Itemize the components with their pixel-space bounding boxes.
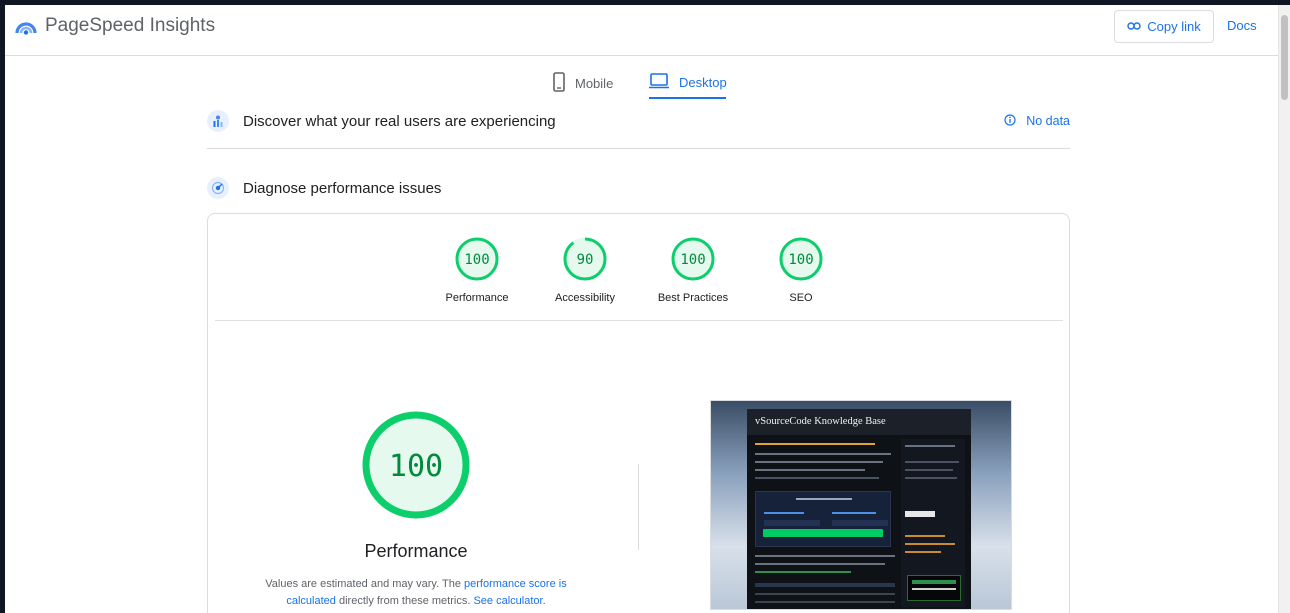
score-best-practices[interactable]: 100 Best Practices [643, 236, 743, 304]
lab-data-title: Diagnose performance issues [243, 179, 442, 197]
info-icon [1004, 113, 1016, 129]
note-middle: directly from these metrics. [335, 595, 474, 607]
score-accessibility-value: 90 [577, 252, 594, 268]
vertical-separator [638, 464, 639, 550]
note-prefix: Values are estimated and may vary. The [265, 578, 464, 590]
top-bar: PageSpeed Insights Copy link Docs [5, 5, 1278, 56]
performance-big-gauge: 100 [362, 411, 470, 519]
docs-link[interactable]: Docs [1227, 18, 1257, 33]
device-tabs: Mobile Desktop [5, 57, 1278, 105]
score-performance-value: 100 [464, 252, 489, 268]
page: PageSpeed Insights Copy link Docs Mobile… [5, 5, 1290, 613]
desktop-icon [649, 72, 669, 92]
tab-desktop-label: Desktop [679, 74, 727, 90]
score-accessibility-label: Accessibility [555, 292, 615, 304]
page-scrollbar[interactable] [1278, 5, 1290, 613]
report-divider [215, 320, 1063, 321]
page-screenshot-thumbnail: vSourceCode Knowledge Base [710, 400, 1012, 610]
users-chart-icon [207, 110, 229, 132]
tab-desktop[interactable]: Desktop [649, 67, 727, 99]
see-calculator-link[interactable]: See calculator. [473, 595, 545, 607]
score-seo-label: SEO [789, 292, 813, 304]
pagespeed-logo-icon [15, 17, 37, 35]
copy-link-label: Copy link [1147, 19, 1201, 34]
score-best-practices-value: 100 [680, 252, 705, 268]
tab-mobile-label: Mobile [575, 75, 614, 91]
scrollbar-thumb[interactable] [1281, 15, 1288, 100]
gauge-performance: 100 [455, 237, 499, 281]
score-seo-value: 100 [788, 252, 813, 268]
performance-note: Values are estimated and may vary. The p… [248, 576, 584, 610]
no-data-indicator[interactable]: No data [1004, 113, 1070, 129]
score-seo[interactable]: 100 SEO [751, 236, 851, 304]
tab-mobile[interactable]: Mobile [553, 67, 613, 99]
screenshot-site-title: vSourceCode Knowledge Base [747, 409, 971, 435]
score-accessibility[interactable]: 90 Accessibility [535, 236, 635, 304]
copy-link-button[interactable]: Copy link [1114, 10, 1214, 43]
section-divider [207, 148, 1070, 149]
lighthouse-report: 100 Performance 90 Accessibility 100 Bes… [207, 213, 1070, 613]
gauge-seo: 100 [779, 237, 823, 281]
mobile-icon [553, 71, 565, 95]
diagnose-icon [207, 177, 229, 199]
gauge-accessibility: 90 [563, 237, 607, 281]
performance-title: Performance [364, 541, 468, 561]
no-data-label: No data [1026, 114, 1070, 128]
score-performance[interactable]: 100 Performance [427, 236, 527, 304]
link-icon [1127, 19, 1141, 34]
score-performance-label: Performance [445, 292, 509, 304]
app-title: PageSpeed Insights [45, 15, 216, 36]
gauge-best-practices: 100 [671, 237, 715, 281]
lab-data-section: Diagnose performance issues [207, 177, 1070, 199]
field-data-section: Discover what your real users are experi… [207, 110, 1070, 132]
score-best-practices-label: Best Practices [657, 292, 729, 304]
performance-score-value: 100 [389, 449, 443, 484]
field-data-title: Discover what your real users are experi… [243, 112, 556, 130]
